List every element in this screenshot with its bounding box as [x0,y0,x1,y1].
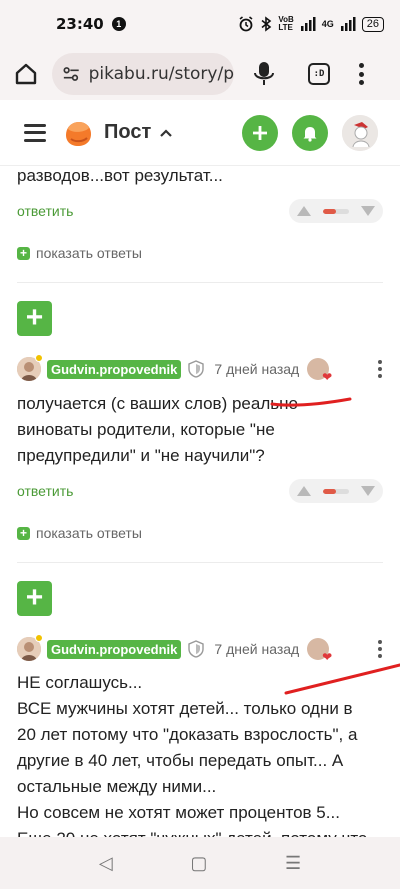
expand-thread-button[interactable]: + [17,301,52,336]
expand-icon: + [17,246,30,260]
battery-indicator: 26 [361,16,384,32]
browser-toolbar: pikabu.ru/story/p :D [0,48,400,100]
comment-text-line: разводов...вот результат... [17,167,223,185]
comment-3-header: Gudvin.propovednik 7 дней назад ❤ [17,634,383,664]
show-replies-button[interactable]: + показать ответы [17,245,142,261]
network-type: VoB LTE [278,16,293,32]
expand-icon: + [17,526,30,540]
page-title[interactable]: Пост [104,121,151,144]
recents-button[interactable]: ☰ [285,853,301,874]
heart-icon: ❤ [322,650,333,664]
address-bar[interactable]: pikabu.ru/story/p [52,53,234,95]
comment-menu-icon[interactable] [377,640,383,658]
comment-text-line: Еще 20 не хотят "чужных" детей, потому ч… [17,826,367,837]
status-time: 23:40 [56,15,104,33]
user-avatar[interactable] [342,114,378,151]
home-icon[interactable] [14,62,38,86]
vote-ratio-bar [323,488,349,494]
username[interactable]: Gudvin.propovednik [47,359,182,379]
home-button[interactable]: ▢ [190,853,207,874]
system-nav-bar: ◁ ▢ ☰ [0,837,400,889]
lte-label: LTE [278,23,293,32]
vote-ratio-bar [323,208,349,214]
chevron-up-icon[interactable] [159,128,173,138]
notification-badge: 1 [111,17,126,31]
comments-feed: разводов...вот результат... ответить + п… [0,167,400,837]
expand-thread-button[interactable]: + [17,581,52,616]
comment-text-line: 20 лет потому что "доказать взрослость",… [17,725,358,744]
signal-icon [300,17,316,31]
notifications-button[interactable] [292,114,328,151]
divider [17,282,383,283]
comment-2-header: Gudvin.propovednik 7 дней назад ❤ [17,354,383,384]
back-button[interactable]: ◁ [99,853,113,874]
username[interactable]: Gudvin.propovednik [47,639,182,659]
comment-text-line: виноваты родители, которые "не [17,420,275,439]
tune-icon[interactable] [62,64,81,84]
shield-icon [188,360,205,378]
tabs-button[interactable]: :D [308,63,330,85]
bluetooth-icon [261,16,272,32]
show-replies-label[interactable]: показать ответы [36,245,142,261]
heart-icon: ❤ [322,370,333,384]
comment-text-line: получается (с ваших слов) реально [17,394,298,413]
comment-menu-icon[interactable] [377,360,383,378]
comment-text-line: предупредили" и "не научили"? [17,446,265,465]
vote-control [289,479,383,503]
online-indicator [35,634,43,642]
show-replies-label[interactable]: показать ответы [36,525,142,541]
reply-link[interactable]: ответить [17,483,73,499]
signal-label: 4G [321,19,334,29]
vote-ratio-fill [323,208,336,214]
url-text[interactable]: pikabu.ru/story/p [89,64,234,84]
mic-icon[interactable] [252,60,276,88]
comment-2-actions: ответить [17,479,383,503]
show-replies-button[interactable]: + показать ответы [17,525,142,541]
comment-text-line: НЕ соглашусь... [17,673,143,692]
downvote-icon[interactable] [361,206,375,216]
comment-1-actions: ответить [17,199,383,223]
hamburger-icon[interactable] [24,123,46,142]
pikabu-logo[interactable] [62,117,94,149]
comment-1-text: разводов...вот результат... [0,167,237,189]
comment-text-line: ВСЕ мужчины хотят детей... только одни в [17,699,353,718]
reply-link[interactable]: ответить [17,203,73,219]
online-indicator [35,354,43,362]
reacted-avatar: ❤ [307,638,333,664]
add-post-button[interactable] [242,114,278,151]
comment-text-line: Но совсем не хотят может процентов 5... [17,803,340,822]
status-icons: VoB LTE 4G 26 [238,16,384,32]
status-bar: 23:40 1 VoB LTE 4G 26 [0,0,400,48]
shield-icon [188,640,205,658]
divider [17,562,383,563]
comment-date[interactable]: 7 дней назад [214,641,299,657]
comment-text-line: остальные между ними... [17,777,217,796]
upvote-icon[interactable] [297,486,311,496]
vote-control [289,199,383,223]
upvote-icon[interactable] [297,206,311,216]
reacted-avatar: ❤ [307,358,333,384]
avatar-image [342,114,378,151]
comment-3-text: НЕ соглашусь... ВСЕ мужчины хотят детей.… [0,670,381,837]
plus-icon [253,125,267,140]
site-header: Пост [0,100,400,166]
comment-text-line: другие в 40 лет, чтобы передать опыт... … [17,751,344,770]
signal-2-icon [340,17,356,31]
downvote-icon[interactable] [361,486,375,496]
kebab-icon[interactable] [358,63,364,85]
alarm-icon [239,16,253,32]
comment-2-text: получается (с ваших слов) реально винова… [0,391,312,469]
bell-icon [303,126,317,142]
vote-ratio-fill [323,488,336,494]
comment-date[interactable]: 7 дней назад [214,361,299,377]
